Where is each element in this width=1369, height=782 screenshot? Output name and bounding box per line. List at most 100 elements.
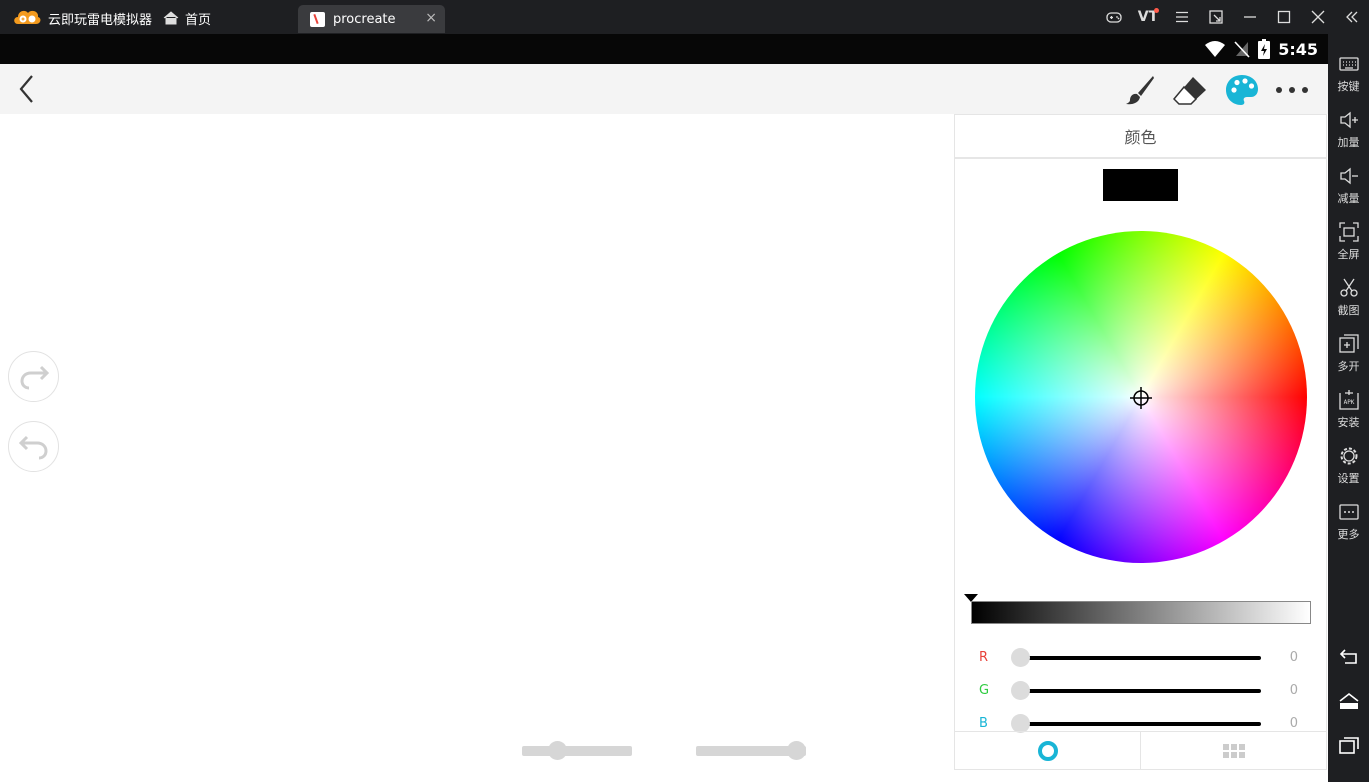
scissors-icon: [1339, 278, 1358, 297]
channel-slider-b[interactable]: [1021, 722, 1261, 726]
redo-icon: [19, 365, 49, 389]
svg-text:APK: APK: [1343, 399, 1354, 406]
undo-icon: [18, 435, 48, 459]
more-icon: [1276, 87, 1308, 93]
back-arrow-icon[interactable]: [14, 73, 42, 105]
channel-slider-g[interactable]: [1021, 689, 1261, 693]
double-chevron-left-icon: [1346, 11, 1358, 23]
sidebar-label-fullscreen: 全屏: [1337, 248, 1360, 261]
app-toolbar: [0, 64, 1328, 114]
vt-notification-dot: [1154, 8, 1159, 13]
channel-label-r: R: [979, 650, 989, 665]
no-signal-icon: [1234, 41, 1250, 58]
redo-button[interactable]: [8, 351, 59, 402]
sidebar-label-more: 更多: [1337, 528, 1360, 541]
sidebar-label-screenshot: 截图: [1337, 304, 1360, 317]
tab-close-icon[interactable]: ×: [425, 10, 437, 26]
swatches-tab[interactable]: [1140, 732, 1326, 769]
android-recents-button[interactable]: [1328, 730, 1369, 760]
sidebar-label-install: 安装: [1337, 416, 1360, 429]
channel-row-g: G 0: [955, 679, 1326, 703]
gamepad-icon: [1106, 12, 1122, 23]
sidebar-item-more[interactable]: 更多: [1328, 496, 1369, 550]
sidebar-item-keys[interactable]: 按键: [1328, 48, 1369, 102]
home-icon: [1339, 692, 1358, 709]
sidebar-label-keys: 按键: [1337, 80, 1360, 93]
sidebar-item-fullscreen[interactable]: 全屏: [1328, 216, 1369, 270]
procreate-tab[interactable]: procreate ×: [298, 5, 445, 33]
more-options-button[interactable]: [1274, 72, 1310, 108]
color-wheel-tab[interactable]: [955, 732, 1140, 769]
brush-size-slider[interactable]: [522, 741, 632, 760]
channel-label-g: G: [979, 683, 990, 698]
eraser-tool-button[interactable]: [1172, 72, 1208, 108]
status-time: 5:45: [1278, 39, 1318, 59]
home-tab-label: 首页: [185, 12, 212, 28]
maximize-icon: [1277, 10, 1291, 24]
sidebar-item-volume-down[interactable]: 减量: [1328, 160, 1369, 214]
undo-button[interactable]: [8, 421, 59, 472]
sidebar-item-screenshot[interactable]: 截图: [1328, 272, 1369, 326]
sidebar-label-volume-up: 加量: [1337, 136, 1360, 149]
minimize-button[interactable]: [1233, 0, 1267, 34]
color-panel: 颜色 R 0 G 0 B 0: [954, 114, 1327, 770]
maximize-button[interactable]: [1267, 0, 1301, 34]
brush-tool-button[interactable]: [1122, 72, 1158, 108]
vt-button[interactable]: VT: [1131, 0, 1165, 34]
brush-opacity-slider[interactable]: [696, 741, 806, 760]
palette-tool-button[interactable]: [1224, 72, 1260, 108]
wifi-icon: [1205, 41, 1226, 57]
menu-button[interactable]: [1165, 0, 1199, 34]
ring-icon: [1037, 740, 1058, 761]
fullscreen-icon: [1338, 222, 1359, 242]
window-controls: VT: [1097, 0, 1369, 34]
gear-icon: [1340, 447, 1357, 465]
channel-slider-g-knob[interactable]: [1011, 681, 1030, 700]
grid-icon: [1222, 743, 1245, 758]
sidebar-item-multi-open[interactable]: 多开: [1328, 328, 1369, 382]
brush-opacity-slider-knob[interactable]: [787, 741, 806, 760]
menu-icon: [1176, 11, 1188, 23]
channel-label-b: B: [979, 716, 988, 731]
channel-value-g: 0: [1289, 683, 1298, 698]
android-status-bar: 5:45: [0, 34, 1328, 64]
volume-down-icon: [1339, 167, 1358, 185]
collapse-sidebar-button[interactable]: [1335, 0, 1369, 34]
minimize-icon: [1244, 16, 1256, 18]
brush-icon: [1126, 76, 1154, 105]
android-home-button[interactable]: [1328, 686, 1369, 716]
emulator-sidebar: 按键 加量 减量 全屏 截图 多开 APK 安装 设置 更多: [1328, 34, 1369, 782]
channel-slider-r[interactable]: [1021, 656, 1261, 660]
android-back-button[interactable]: [1328, 642, 1369, 672]
sidebar-item-install[interactable]: APK 安装: [1328, 384, 1369, 438]
brightness-bar[interactable]: [971, 601, 1311, 624]
close-icon: [1311, 10, 1325, 24]
channel-value-b: 0: [1289, 716, 1298, 731]
keyboard-icon: [1338, 57, 1359, 71]
pin-button[interactable]: [1199, 0, 1233, 34]
sidebar-label-multi-open: 多开: [1337, 360, 1360, 373]
sidebar-label-settings: 设置: [1337, 472, 1360, 485]
recent-apps-icon: [1338, 737, 1359, 754]
home-tab[interactable]: 首页: [163, 6, 211, 30]
app-logo-icon: [14, 10, 41, 24]
channel-value-r: 0: [1289, 650, 1298, 665]
home-icon: [163, 11, 179, 25]
close-button[interactable]: [1301, 0, 1335, 34]
sidebar-item-volume-up[interactable]: 加量: [1328, 104, 1369, 158]
multi-open-icon: [1338, 334, 1359, 353]
battery-charging-icon: [1258, 39, 1271, 59]
crosshair-icon[interactable]: [1130, 387, 1152, 409]
current-color-swatch: [1103, 169, 1178, 201]
color-panel-tabs: [955, 731, 1326, 769]
channel-slider-r-knob[interactable]: [1011, 648, 1030, 667]
channel-row-r: R 0: [955, 646, 1326, 670]
sidebar-item-settings[interactable]: 设置: [1328, 440, 1369, 494]
sidebar-label-volume-down: 减量: [1337, 192, 1360, 205]
gamepad-button[interactable]: [1097, 0, 1131, 34]
color-panel-title: 颜色: [955, 115, 1326, 159]
pin-window-icon: [1209, 10, 1223, 24]
back-icon: [1339, 649, 1357, 664]
tab-title: procreate: [333, 11, 396, 27]
title-bar: 云即玩雷电模拟器 首页 procreate × VT: [0, 0, 1369, 34]
